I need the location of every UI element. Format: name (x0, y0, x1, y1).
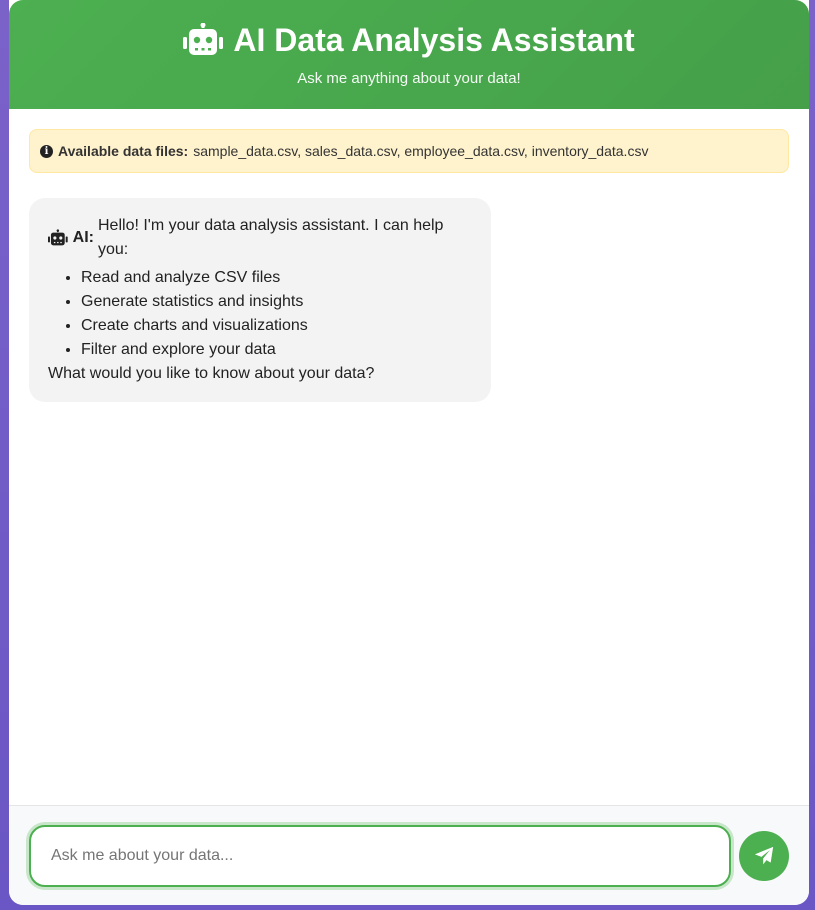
list-item: Generate statistics and insights (81, 290, 472, 314)
capability-list: Read and analyze CSV files Generate stat… (81, 266, 472, 362)
robot-icon (48, 229, 68, 246)
message-intro: Hello! I'm your data analysis assistant.… (98, 217, 444, 258)
list-item: Create charts and visualizations (81, 314, 472, 338)
header: AI Data Analysis Assistant Ask me anythi… (9, 0, 809, 109)
send-button[interactable] (739, 830, 789, 881)
available-files-label: Available data files: (58, 143, 189, 159)
page-subtitle: Ask me anything about your data! (297, 70, 521, 87)
app-window: AI Data Analysis Assistant Ask me anythi… (9, 0, 809, 905)
robot-icon (183, 23, 224, 55)
chat-area[interactable]: i Available data files: sample_data.csv,… (9, 109, 809, 805)
message-outro: What would you like to know about your d… (48, 365, 375, 382)
message-input-wrapper[interactable] (29, 824, 732, 887)
ai-message-intro-row: AI: Hello! I'm your data analysis assist… (48, 214, 472, 262)
page-title: AI Data Analysis Assistant (233, 22, 635, 58)
sender-label: AI: (72, 229, 94, 246)
message-input[interactable] (51, 846, 730, 865)
ai-message: AI: Hello! I'm your data analysis assist… (29, 198, 491, 402)
list-item: Read and analyze CSV files (81, 266, 472, 290)
header-title-row: AI Data Analysis Assistant (9, 20, 809, 60)
list-item: Filter and explore your data (81, 338, 472, 362)
info-icon: i (40, 144, 53, 158)
input-bar (9, 805, 809, 905)
available-files-list: sample_data.csv, sales_data.csv, employe… (193, 143, 649, 159)
paper-plane-icon (754, 846, 774, 864)
available-files-notice: i Available data files: sample_data.csv,… (29, 129, 789, 173)
